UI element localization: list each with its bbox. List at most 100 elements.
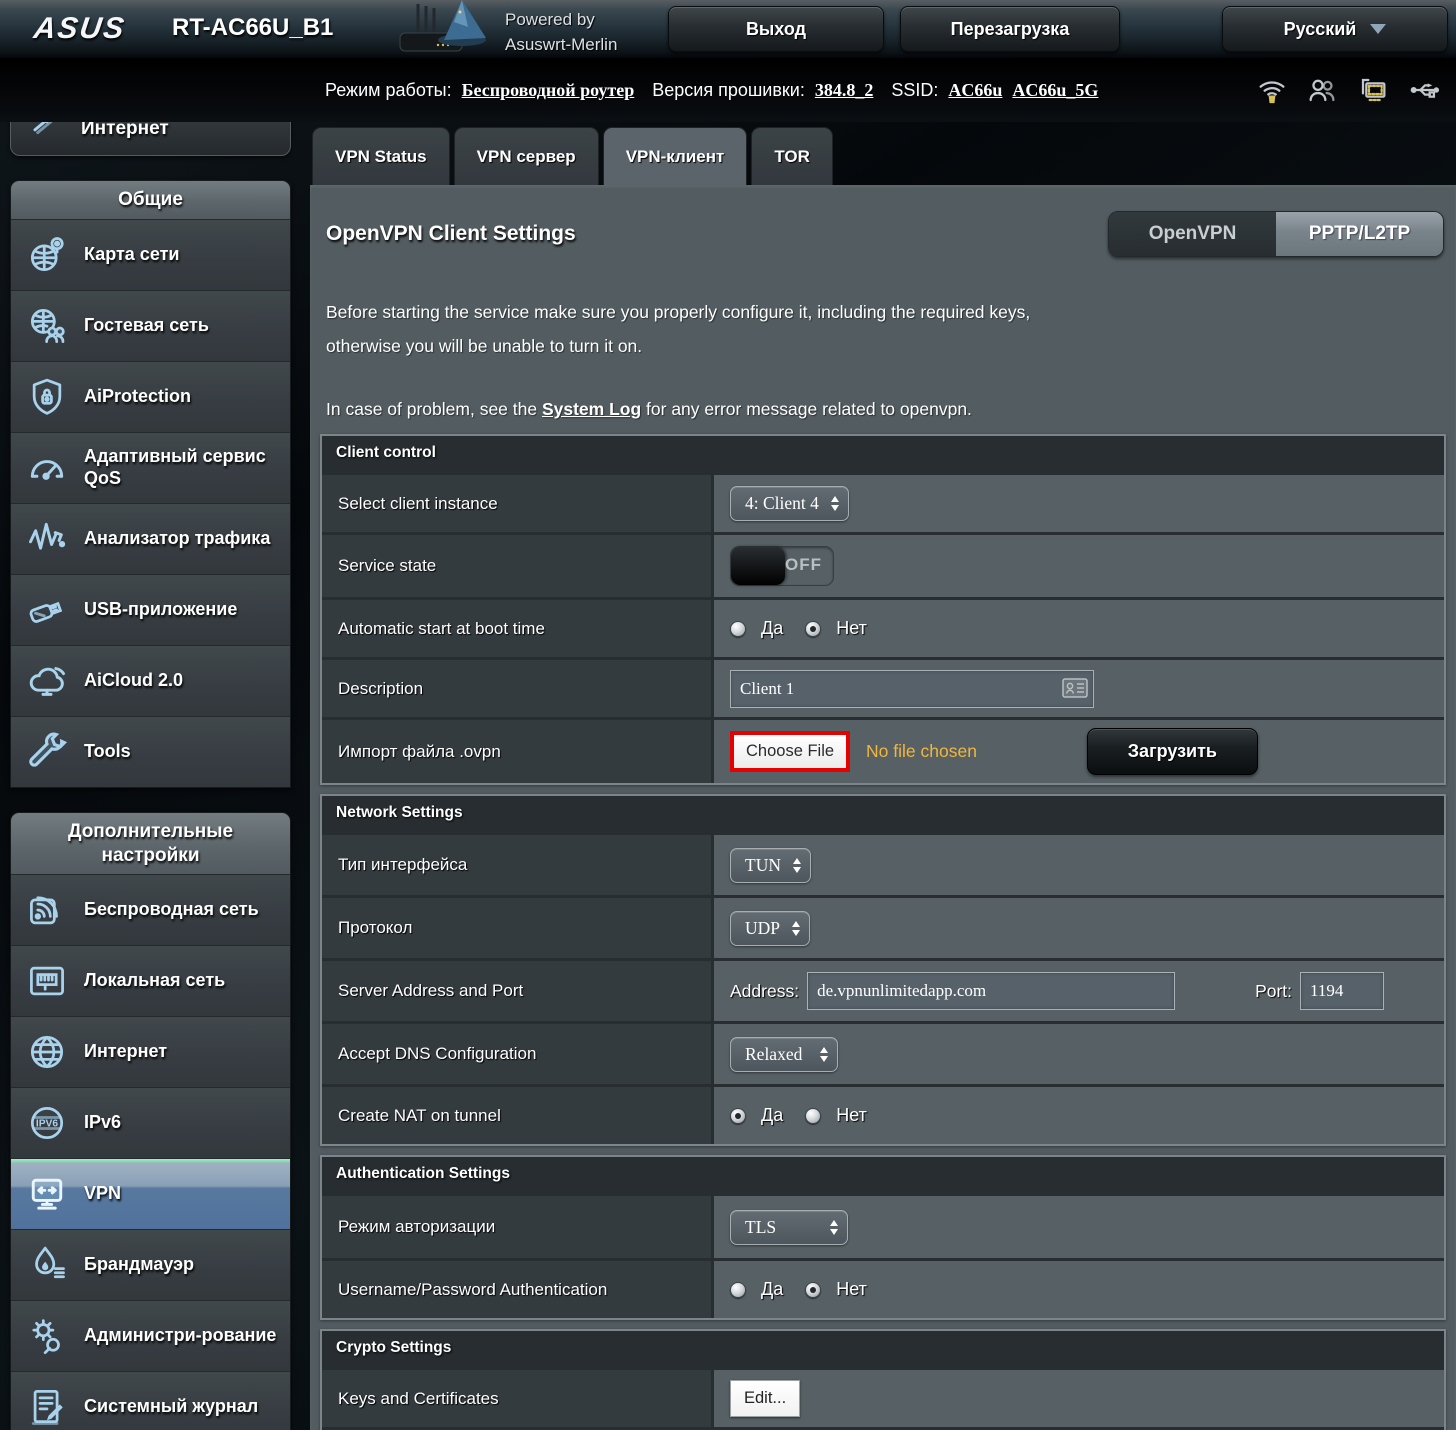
- media-server-icon[interactable]: [1356, 74, 1390, 106]
- sidebar-item-network-map[interactable]: Карта сети: [11, 219, 290, 290]
- lan-port-icon: [25, 959, 69, 1003]
- wifi-status-icon[interactable]: [1256, 74, 1288, 106]
- table-row: Select client instance 4: Client 4: [322, 472, 1444, 532]
- sidebar-item-traffic-analyzer[interactable]: Анализатор трафика: [11, 503, 290, 574]
- reboot-button[interactable]: Перезагрузка: [900, 6, 1120, 52]
- select-arrows-icon: [831, 496, 839, 511]
- table-row: Service state OFF: [322, 532, 1444, 597]
- service-state-toggle[interactable]: OFF: [730, 546, 834, 586]
- sidebar-item-vpn[interactable]: VPN: [11, 1158, 290, 1229]
- client-control-table: Client control Select client instance 4:…: [320, 434, 1446, 785]
- guest-network-icon: [25, 304, 69, 348]
- auto-start-no-radio[interactable]: [805, 621, 821, 637]
- auto-start-yes-radio[interactable]: [730, 621, 746, 637]
- sidebar-item-internet[interactable]: Интернет: [11, 1016, 290, 1087]
- table-row: Username/Password Authentication Да Нет: [322, 1258, 1444, 1318]
- row-label: Username/Password Authentication: [322, 1261, 714, 1318]
- sidebar-section-general: Общие Карта сети Гостевая сеть: [10, 180, 291, 788]
- internet-globe-icon: [25, 1030, 69, 1074]
- table-row: Accept DNS Configuration Relaxed: [322, 1021, 1444, 1084]
- sidebar-item-tools[interactable]: Tools: [11, 716, 290, 787]
- client-instance-select[interactable]: 4: Client 4: [730, 486, 849, 521]
- sidebar: Быстрая настройка Интернет Общие Карта с…: [10, 78, 291, 1430]
- table-row: Automatic start at boot time Да Нет: [322, 597, 1444, 657]
- auth-mode-select[interactable]: TLS: [730, 1210, 848, 1245]
- usb-app-icon: [25, 588, 69, 632]
- row-label: Accept DNS Configuration: [322, 1024, 714, 1084]
- section-title-general: Общие: [11, 181, 290, 219]
- main-content: OpenVPN Client Settings OpenVPN PPTP/L2T…: [310, 185, 1456, 1430]
- network-settings-table: Network Settings Тип интерфейса TUN Прот…: [320, 794, 1446, 1146]
- userpass-yes-radio[interactable]: [730, 1282, 746, 1298]
- table-row: Протокол UDP: [322, 895, 1444, 958]
- sidebar-item-wireless[interactable]: Беспроводная сеть: [11, 874, 290, 945]
- row-label: Тип интерфейса: [322, 835, 714, 895]
- aiprotection-shield-icon: [25, 375, 69, 419]
- sidebar-item-system-log[interactable]: Системный журнал: [11, 1371, 290, 1430]
- system-log-icon: [25, 1385, 69, 1429]
- address-label: Address:: [730, 981, 799, 1002]
- sidebar-item-aicloud[interactable]: AiCloud 2.0: [11, 645, 290, 716]
- firmware-link[interactable]: 384.8_2: [815, 80, 874, 101]
- powered-by-text: Powered by Asuswrt-Merlin: [505, 8, 617, 57]
- row-label: Протокол: [322, 898, 714, 958]
- toggle-knob: [731, 547, 785, 585]
- server-port-input[interactable]: [1300, 972, 1384, 1010]
- accept-dns-select[interactable]: Relaxed: [730, 1037, 838, 1072]
- wireless-icon: [25, 888, 69, 932]
- client-control-header: Client control: [322, 436, 1444, 472]
- tab-tor[interactable]: TOR: [751, 127, 833, 185]
- sidebar-item-usb-application[interactable]: USB-приложение: [11, 574, 290, 645]
- mode-link[interactable]: Беспроводной роутер: [462, 80, 635, 101]
- edit-keys-button[interactable]: Edit...: [730, 1380, 800, 1417]
- traffic-analyzer-icon: [25, 517, 69, 561]
- row-label: Service state: [322, 535, 714, 597]
- language-selector[interactable]: Русский: [1222, 6, 1448, 52]
- tab-vpn-client[interactable]: VPN-клиент: [603, 127, 748, 185]
- tools-wrench-icon: [25, 730, 69, 774]
- sidebar-item-qos[interactable]: Адаптивный сервис QoS: [11, 432, 290, 503]
- choose-file-button[interactable]: Choose File: [730, 731, 850, 772]
- top-bar: ASUS RT-AC66U_B1 Powered by Asuswrt-Merl…: [0, 0, 1456, 60]
- table-row: Server Address and Port Address: Port:: [322, 958, 1444, 1021]
- network-settings-header: Network Settings: [322, 796, 1444, 832]
- network-map-icon: [25, 233, 69, 277]
- table-row: Импорт файла .ovpn Choose File No file c…: [322, 717, 1444, 783]
- description-input[interactable]: [730, 670, 1094, 708]
- clients-icon[interactable]: [1306, 74, 1338, 106]
- sidebar-item-firewall[interactable]: Брандмауэр: [11, 1229, 290, 1300]
- nat-yes-radio[interactable]: [730, 1108, 746, 1124]
- asus-logo: ASUS: [32, 12, 128, 46]
- tab-vpn-status[interactable]: VPN Status: [312, 127, 450, 185]
- protocol-select[interactable]: UDP: [730, 911, 810, 946]
- tab-vpn-server[interactable]: VPN сервер: [454, 127, 599, 185]
- logout-button[interactable]: Выход: [668, 6, 884, 52]
- vpn-type-toggle: OpenVPN PPTP/L2TP: [1108, 211, 1444, 257]
- system-log-link[interactable]: System Log: [542, 399, 641, 419]
- sidebar-item-aiprotection[interactable]: AiProtection: [11, 361, 290, 432]
- interface-type-select[interactable]: TUN: [730, 848, 811, 883]
- server-address-input[interactable]: [807, 972, 1175, 1010]
- row-label: Automatic start at boot time: [322, 600, 714, 657]
- sidebar-item-ipv6[interactable]: IPV6 IPv6: [11, 1087, 290, 1158]
- vpn-tab-bar: VPN Status VPN сервер VPN-клиент TOR: [312, 127, 833, 185]
- pptp-l2tp-toggle-button[interactable]: PPTP/L2TP: [1276, 212, 1443, 256]
- ssid-label: SSID:: [891, 80, 938, 101]
- userpass-no-radio[interactable]: [805, 1282, 821, 1298]
- select-arrows-icon: [820, 1047, 828, 1062]
- row-label: Keys and Certificates: [322, 1370, 714, 1427]
- ssid-5g-link[interactable]: AC66u_5G: [1012, 80, 1098, 101]
- table-row: Тип интерфейса TUN: [322, 832, 1444, 895]
- ssid-24-link[interactable]: AC66u: [948, 80, 1002, 101]
- upload-button[interactable]: Загрузить: [1087, 728, 1258, 775]
- status-info-bar: Режим работы: Беспроводной роутер Версия…: [0, 60, 1456, 122]
- crypto-settings-table: Crypto Settings Keys and Certificates Ed…: [320, 1329, 1446, 1430]
- usb-icon[interactable]: [1408, 74, 1442, 106]
- openvpn-toggle-button[interactable]: OpenVPN: [1109, 212, 1276, 256]
- sidebar-item-guest-network[interactable]: Гостевая сеть: [11, 290, 290, 361]
- nat-no-radio[interactable]: [805, 1108, 821, 1124]
- ipv6-globe-icon: IPV6: [25, 1101, 69, 1145]
- sidebar-item-lan[interactable]: Локальная сеть: [11, 945, 290, 1016]
- row-label: Импорт файла .ovpn: [322, 720, 714, 783]
- sidebar-item-administration[interactable]: Администри-рование: [11, 1300, 290, 1371]
